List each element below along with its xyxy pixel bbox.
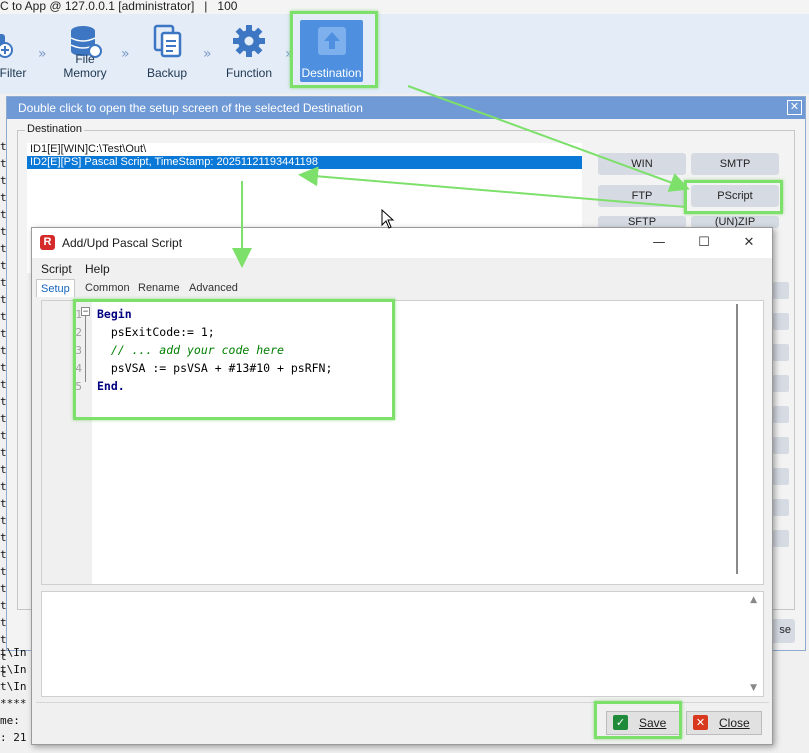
arrow: [298, 166, 687, 208]
annotation-arrows: [232, 85, 690, 268]
mouse-cursor-icon: [381, 209, 395, 229]
arrow: [407, 85, 690, 192]
